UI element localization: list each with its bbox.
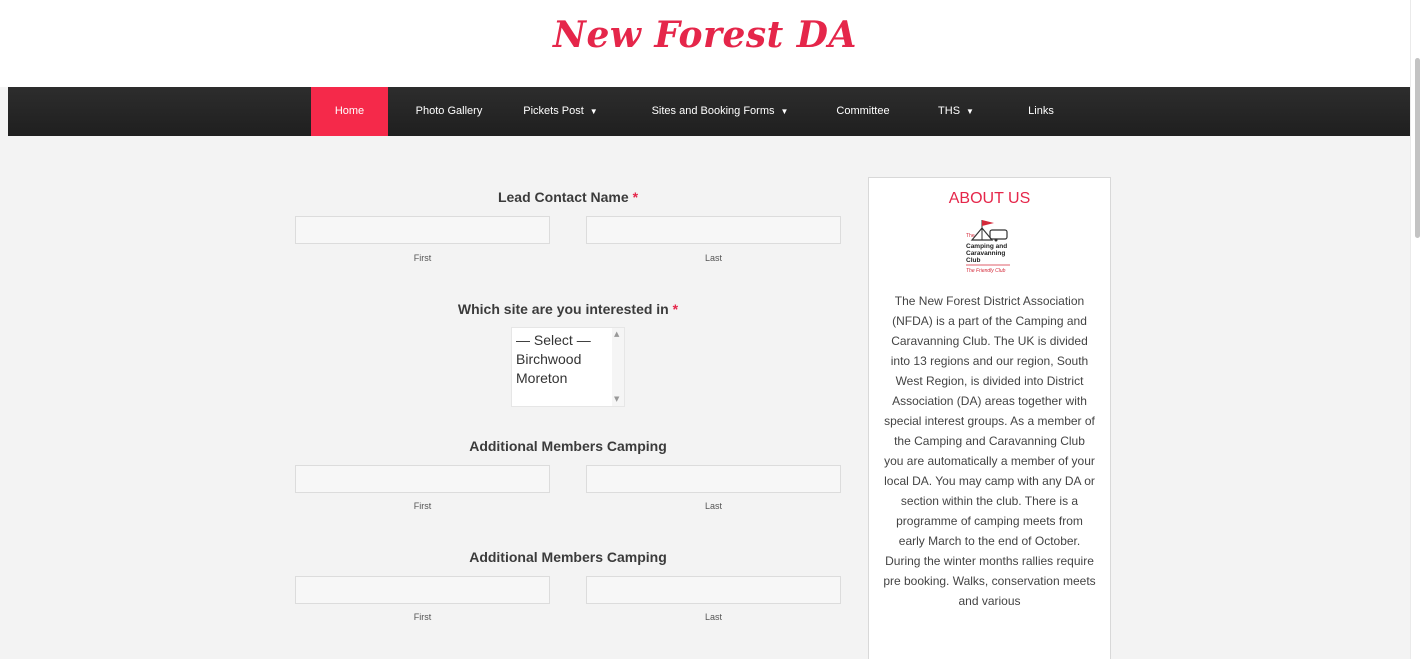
site-select-listbox[interactable]: — Select — Birchwood Moreton ▲ ▼ [511,327,625,407]
select-option[interactable]: — Select — [516,332,591,348]
additional-members-first-input[interactable] [295,465,550,493]
last-sublabel: Last [704,501,722,511]
nav-item-label: THS [938,105,961,117]
lead-contact-label: Lead Contact Name * [295,189,841,205]
listbox-scrollbar[interactable]: ▲ ▼ [612,328,624,406]
logo-text: The Friendly Club [966,268,1006,274]
last-sublabel: Last [704,612,722,622]
lead-contact-first-input[interactable] [295,216,550,244]
scroll-down-icon[interactable]: ▼ [614,395,619,403]
chevron-down-icon: ▼ [780,107,789,116]
logo-text: Camping and [966,243,1007,250]
required-mark: * [632,189,639,205]
first-sublabel: First [413,612,432,622]
nav-item-photo-gallery[interactable]: Photo Gallery [404,87,494,136]
field-label-text: Lead Contact Name [497,189,629,205]
page-scrollbar[interactable] [1410,0,1423,659]
nav-item-label: Pickets Post [523,105,584,117]
about-us-text: The New Forest District Association (NFD… [883,294,1096,608]
first-sublabel: First [413,501,432,511]
about-us-title: ABOUT US [948,190,1031,207]
select-option[interactable]: Moreton [516,370,567,386]
chevron-down-icon: ▼ [966,107,974,116]
nav-item-ths[interactable]: THS ▼ [926,87,986,136]
nav-item-sites-and-booking-forms[interactable]: Sites and Booking Forms ▼ [640,87,800,136]
nav-item-links[interactable]: Links [1016,87,1066,136]
nav-item-label: Photo Gallery [415,105,483,117]
logo-text: Club [966,257,980,264]
required-mark: * [672,301,679,317]
about-us-widget: ABOUT US The Camping and Caravanning Clu… [868,177,1111,659]
last-sublabel: Last [704,253,722,263]
site-select-label: Which site are you interested in * [295,301,841,317]
nav-item-committee[interactable]: Committee [824,87,902,136]
additional-members-label: Additional Members Camping [469,549,667,565]
site-title[interactable]: New Forest DA [0,14,1410,56]
lead-contact-last-input[interactable] [586,216,841,244]
scroll-up-icon[interactable]: ▲ [614,330,619,338]
first-sublabel: First [413,253,432,263]
main-nav: Home Photo Gallery Pickets Post ▼ Sites a… [8,87,1410,136]
logo-text: Caravanning [966,250,1005,257]
nav-item-pickets-post[interactable]: Pickets Post ▼ [508,87,613,136]
nav-item-label: Sites and Booking Forms [651,105,775,117]
chevron-down-icon: ▼ [589,107,598,116]
nav-item-label: Home [334,105,365,117]
nav-item-home[interactable]: Home [311,87,388,136]
select-option[interactable]: Birchwood [516,351,581,367]
field-label-text: Which site are you interested in [457,301,669,317]
additional-members-last-input[interactable] [586,465,841,493]
site-header: New Forest DA [0,0,1410,87]
nav-item-label: Links [1028,105,1054,117]
logo-text: The [966,233,975,239]
nav-item-label: Committee [836,105,890,117]
additional-members-last-input[interactable] [586,576,841,604]
camping-club-logo-icon: The Camping and Caravanning Club The Fri… [966,220,1010,274]
additional-members-first-input[interactable] [295,576,550,604]
scrollbar-thumb[interactable] [1415,58,1420,238]
additional-members-label: Additional Members Camping [469,438,667,454]
